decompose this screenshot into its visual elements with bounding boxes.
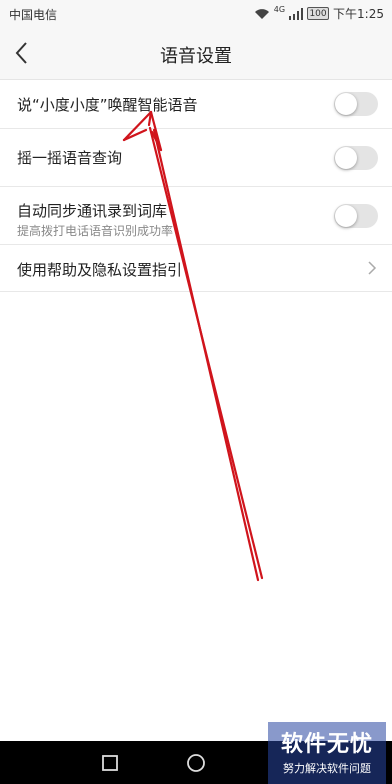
setting-row-wake-word[interactable]: 说“小度小度”唤醒智能语音 (0, 80, 392, 129)
toggle-knob (335, 205, 357, 227)
battery-icon: 100 (307, 7, 330, 20)
setting-label-help-privacy: 使用帮助及隐私设置指引 (17, 261, 183, 279)
clock: 下午1:25 (333, 7, 384, 21)
wifi-icon (254, 8, 269, 19)
watermark: 软件无忧 努力解决软件问题 (268, 722, 386, 784)
setting-label-wake-word: 说“小度小度”唤醒智能语音 (17, 96, 198, 114)
sync-contacts-toggle[interactable] (334, 204, 378, 228)
setting-row-help-privacy[interactable]: 使用帮助及隐私设置指引 (0, 245, 392, 292)
toggle-knob (335, 93, 357, 115)
watermark-subtitle: 努力解决软件问题 (283, 762, 371, 775)
home-icon[interactable] (184, 751, 208, 775)
setting-row-shake-query[interactable]: 摇一摇语音查询 (0, 129, 392, 187)
watermark-title: 软件无忧 (280, 732, 373, 757)
network-type-label: 4G (273, 5, 286, 14)
setting-row-sync-contacts[interactable]: 自动同步通讯录到词库 提高拨打电话语音识别成功率 (0, 187, 392, 245)
setting-sublabel-sync-contacts: 提高拨打电话语音识别成功率 (17, 224, 174, 238)
toggle-knob (335, 147, 357, 169)
page-title: 语音设置 (160, 46, 232, 67)
carrier-label: 中国电信 (9, 8, 58, 22)
wake-word-toggle[interactable] (334, 92, 378, 116)
recents-icon[interactable] (98, 751, 122, 775)
shake-query-toggle[interactable] (334, 146, 378, 170)
setting-label-shake-query: 摇一摇语音查询 (17, 149, 123, 167)
app-header: 语音设置 (0, 26, 392, 80)
setting-label-sync-contacts: 自动同步通讯录到词库 (17, 202, 168, 220)
chevron-right-icon (368, 261, 377, 275)
settings-list: 说“小度小度”唤醒智能语音 摇一摇语音查询 自动同步通讯录到词库 提高拨打电话语… (0, 80, 392, 292)
status-bar: 中国电信 4G 100 下午1:25 (0, 0, 392, 26)
signal-icon (289, 7, 304, 20)
status-icons: 4G 100 下午1:25 (254, 5, 384, 22)
